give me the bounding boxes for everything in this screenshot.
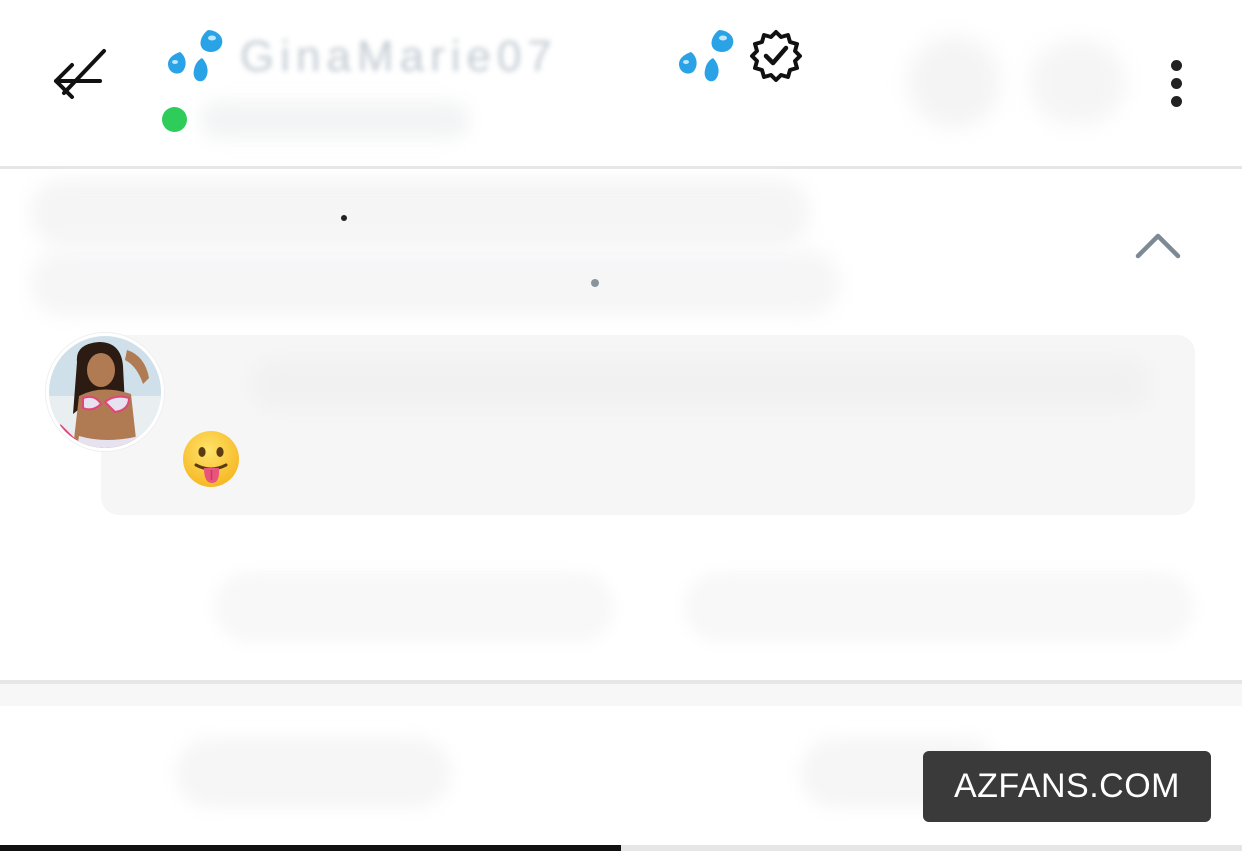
header-action-redacted[interactable] bbox=[1030, 40, 1125, 125]
message-action-redacted[interactable] bbox=[684, 572, 1194, 642]
chevron-up-icon bbox=[1135, 233, 1181, 259]
message-action-redacted[interactable] bbox=[214, 572, 614, 642]
collapse-button[interactable] bbox=[1128, 220, 1188, 270]
status-text-redacted bbox=[200, 100, 470, 140]
watermark: AZFANS.COM bbox=[923, 751, 1211, 822]
back-arrow-icon bbox=[54, 49, 106, 99]
header-action-redacted[interactable] bbox=[908, 36, 1000, 128]
chat-header: GinaMarie07 bbox=[0, 0, 1242, 167]
section-band bbox=[0, 684, 1242, 706]
dot bbox=[341, 215, 347, 221]
message-text-redacted bbox=[251, 359, 1151, 409]
back-button[interactable] bbox=[40, 28, 120, 118]
avatar[interactable] bbox=[46, 333, 164, 451]
chat-screen: GinaMarie07 AZFANS.COM bbox=[0, 0, 1242, 853]
avatar-image bbox=[49, 336, 161, 448]
sweat-droplets-icon bbox=[679, 30, 734, 82]
more-vertical-icon-dot bbox=[1170, 77, 1182, 89]
online-status-dot bbox=[162, 107, 187, 132]
progress-bar bbox=[0, 845, 1242, 851]
username-text: GinaMarie07 bbox=[240, 32, 558, 81]
sweat-droplets-icon bbox=[168, 30, 223, 82]
verified-badge-icon bbox=[750, 30, 802, 82]
more-vertical-icon bbox=[1170, 59, 1182, 71]
message-bubble[interactable] bbox=[101, 335, 1195, 515]
bottom-item-redacted[interactable] bbox=[176, 738, 451, 808]
pinned-info-redacted bbox=[30, 250, 840, 316]
pinned-info-redacted bbox=[30, 180, 810, 246]
chat-title[interactable]: GinaMarie07 bbox=[160, 22, 820, 102]
more-vertical-icon-dot bbox=[1170, 95, 1182, 107]
header-divider bbox=[0, 166, 1242, 169]
more-options-button[interactable] bbox=[1150, 50, 1202, 116]
tongue-out-emoji-icon bbox=[183, 431, 239, 487]
progress-fill bbox=[0, 845, 621, 851]
dot bbox=[591, 279, 599, 287]
